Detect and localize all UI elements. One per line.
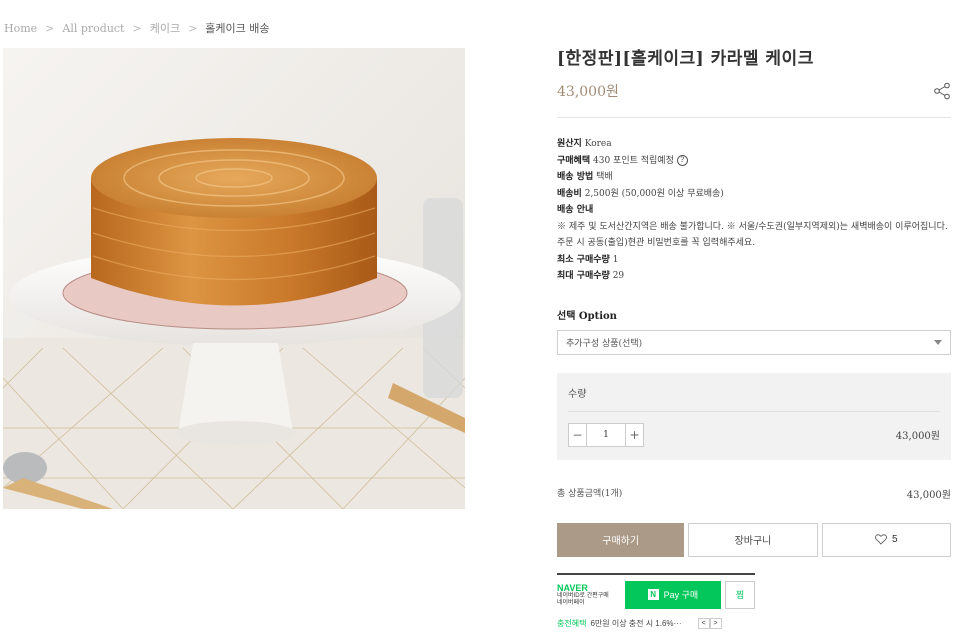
naver-zzim-button[interactable]: 찜 — [725, 580, 755, 609]
breadcrumb-all-product[interactable]: All product — [62, 22, 124, 35]
product-price: 43,000원 — [557, 84, 619, 100]
total-row: 총 상품금액(1개) 43,000원 — [557, 486, 951, 501]
option-selected-value: 추가구성 상품(선택) — [566, 338, 643, 349]
benefit-tag: 충전혜택 — [557, 618, 587, 628]
spec-min-qty: 최소 구매수량 1 — [557, 254, 619, 265]
breadcrumb-separator: > — [45, 21, 55, 35]
spec-ship-fee: 배송비 2,500원 (50,000원 이상 무료배송) — [557, 188, 724, 199]
heart-icon — [875, 534, 888, 545]
wishlist-count: 5 — [892, 534, 898, 545]
quantity-minus-button[interactable]: − — [569, 424, 586, 446]
naver-pay-label: Pay 구매 — [663, 590, 699, 600]
benefit-arrows: < > — [697, 617, 722, 629]
naver-pay-row: NAVER 네이버ID로 간편구매 네이버페이 N Pay 구매 찜 — [557, 580, 755, 609]
option-select[interactable]: 추가구성 상품(선택) — [557, 329, 951, 355]
price-row: 43,000원 — [557, 81, 951, 101]
naver-subtitle: 네이버페이 — [557, 599, 585, 606]
product-info: [한정판][홀케이크] 카라멜 케이크 43,000원 원산지 Korea 구매… — [557, 44, 951, 629]
divider — [557, 117, 951, 118]
naver-subtitle: 네이버ID로 간편구매 — [557, 592, 609, 599]
quantity-row: − 1 + 43,000원 — [568, 422, 940, 447]
breadcrumb-current: 홀케이크 배송 — [205, 22, 270, 35]
spec-origin: 원산지 Korea — [557, 139, 612, 149]
quantity-stepper: − 1 + — [568, 422, 644, 447]
breadcrumb: Home > All product > 케이크 > 홀케이크 배송 — [4, 20, 270, 36]
chevron-down-icon — [934, 339, 942, 345]
spec-ship-method: 배송 방법 택배 — [557, 172, 613, 182]
product-image — [3, 48, 465, 509]
product-specs: 원산지 Korea 구매혜택 430 포인트 적립예정 ? 배송 방법 택배 배… — [557, 136, 951, 285]
breadcrumb-separator: > — [188, 21, 198, 35]
line-price: 43,000원 — [895, 431, 940, 442]
naver-n-icon: N — [647, 589, 659, 600]
spec-benefit: 구매혜택 430 포인트 적립예정 ? — [557, 153, 951, 170]
breadcrumb-separator: > — [132, 21, 142, 35]
quantity-plus-button[interactable]: + — [626, 424, 643, 446]
naver-pay-widget: NAVER 네이버ID로 간편구매 네이버페이 N Pay 구매 찜 충전혜택 … — [557, 572, 755, 629]
caramel-cake-photo — [3, 48, 465, 509]
share-icon[interactable] — [933, 82, 951, 100]
action-buttons: 구매하기 장바구니 5 — [557, 522, 951, 557]
product-title: [한정판][홀케이크] 카라멜 케이크 — [557, 49, 814, 69]
quantity-label: 수량 — [568, 388, 587, 400]
naver-brand: NAVER 네이버ID로 간편구매 네이버페이 — [557, 583, 621, 607]
spec-ship-guide-label: 배송 안내 — [557, 205, 594, 215]
option-label: 선택 Option — [557, 310, 617, 322]
breadcrumb-cake[interactable]: 케이크 — [150, 20, 180, 36]
quantity-input[interactable]: 1 — [586, 423, 626, 446]
quantity-box: 수량 − 1 + 43,000원 — [557, 372, 951, 460]
benefit-text: 6만원 이상 충전 시 1.6%··· — [590, 618, 682, 628]
total-price: 43,000원 — [906, 489, 951, 501]
chevron-left-icon[interactable]: < — [697, 617, 710, 629]
wishlist-button[interactable]: 5 — [821, 522, 951, 557]
cart-button[interactable]: 장바구니 — [688, 522, 818, 557]
naver-pay-button[interactable]: N Pay 구매 — [624, 580, 722, 609]
total-label: 총 상품금액(1개) — [557, 488, 623, 499]
divider — [568, 410, 940, 412]
breadcrumb-home[interactable]: Home — [4, 22, 37, 35]
spec-max-qty: 최대 구매수량 29 — [557, 271, 625, 281]
buy-button[interactable]: 구매하기 — [557, 522, 685, 557]
spec-ship-guide-text: ※ 제주 및 도서산간지역은 배송 불가합니다. ※ 서울/수도권(일부지역제외… — [557, 221, 948, 249]
help-icon[interactable]: ? — [676, 154, 688, 166]
naver-logo: NAVER — [557, 582, 588, 593]
chevron-right-icon[interactable]: > — [709, 617, 722, 629]
naver-benefit: 충전혜택 6만원 이상 충전 시 1.6%··· < > — [557, 617, 755, 629]
